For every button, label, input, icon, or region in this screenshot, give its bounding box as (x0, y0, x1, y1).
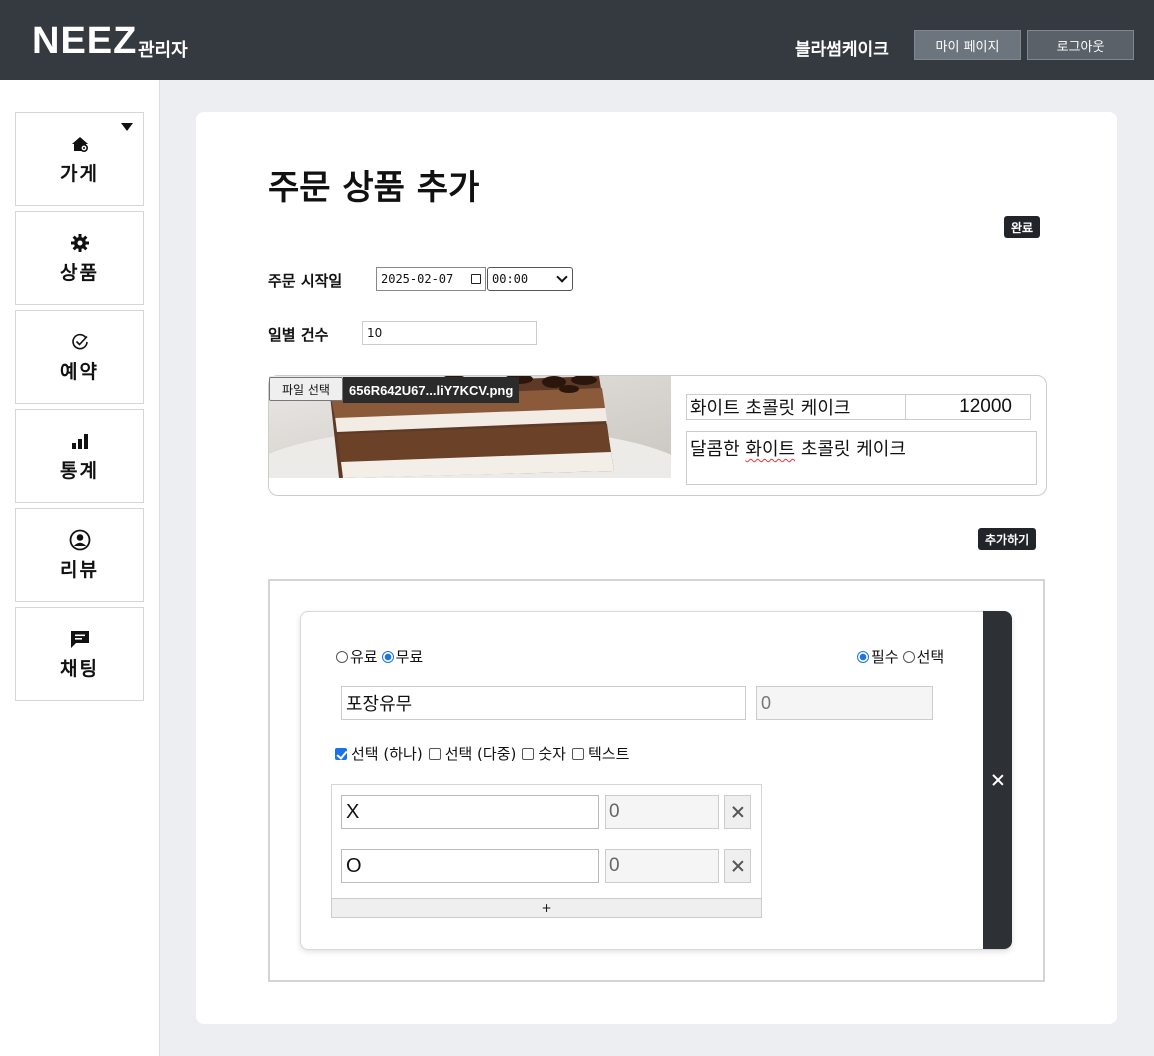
add-choice-button[interactable]: + (331, 898, 762, 918)
sidebar-item-label: 통계 (60, 459, 99, 482)
choice-delete-button[interactable] (724, 849, 751, 883)
sidebar-item-statistics[interactable]: 통계 (15, 409, 144, 503)
close-icon (991, 773, 1005, 787)
choice-price-input[interactable]: 0 (605, 849, 719, 883)
required-label: 필수 (871, 648, 899, 666)
calendar-icon[interactable] (471, 274, 481, 284)
sidebar-item-products[interactable]: 상품 (15, 211, 144, 305)
paid-label: 유료 (350, 648, 378, 666)
store-name: 블라썸케이크 (795, 40, 889, 60)
done-button[interactable]: 완료 (1004, 216, 1041, 238)
requirement-radio-group: 필수 선택 (857, 646, 946, 667)
sidebar-item-label: 채팅 (60, 657, 99, 680)
sidebar-item-label: 상품 (60, 261, 99, 284)
my-page-button[interactable]: 마이 페이지 (914, 30, 1021, 60)
sidebar-item-label: 가게 (60, 162, 99, 185)
product-name-input[interactable]: 화이트 초콜릿 케이크 (686, 394, 906, 420)
chat-icon (69, 628, 91, 650)
sidebar-item-chat[interactable]: 채팅 (15, 607, 144, 701)
choice-delete-button[interactable] (724, 795, 751, 829)
sidebar-item-label: 리뷰 (60, 558, 99, 581)
type-single-checkbox[interactable] (335, 747, 347, 760)
daily-count-label: 일별 건수 (268, 326, 329, 344)
option-type-checkboxes: 선택 (하나) 선택 (다중) 숫자 텍스트 (335, 743, 629, 764)
file-select-button[interactable]: 파일 선택 (269, 377, 343, 401)
type-number-label: 숫자 (538, 745, 566, 763)
description-text: 초콜릿 케이크 (795, 439, 906, 460)
daily-count-input[interactable]: 10 (362, 321, 537, 345)
sidebar-item-label: 예약 (60, 360, 99, 383)
type-text-checkbox[interactable] (571, 747, 584, 760)
free-radio[interactable] (381, 650, 394, 663)
optional-label: 선택 (916, 648, 945, 666)
add-option-button[interactable]: 추가하기 (978, 528, 1037, 550)
description-text: 달콤한 (690, 439, 746, 460)
bar-chart-icon (69, 430, 91, 452)
choice-price-input[interactable]: 0 (605, 795, 719, 829)
product-price-input[interactable]: 12000 (905, 394, 1031, 420)
paid-radio[interactable] (336, 650, 348, 663)
spellcheck-word: 화이트 (745, 439, 796, 460)
gear-icon (69, 232, 91, 254)
price-type-radio-group: 유료 무료 (336, 646, 425, 667)
file-name: 656R642U67...liY7KCV.png (343, 377, 520, 403)
sidebar-item-reviews[interactable]: 리뷰 (15, 508, 144, 602)
optional-radio[interactable] (902, 650, 915, 663)
logout-button[interactable]: 로그아웃 (1027, 30, 1134, 60)
chevron-down-icon (556, 271, 568, 283)
choice-name-input[interactable]: O (341, 849, 599, 883)
free-label: 무료 (395, 648, 424, 666)
required-radio[interactable] (857, 650, 869, 663)
type-single-label: 선택 (하나) (351, 745, 423, 763)
page-title: 주문 상품 추가 (268, 168, 480, 208)
chevron-down-icon[interactable] (121, 123, 133, 131)
start-time-value: 00:00 (492, 272, 529, 286)
type-text-label: 텍스트 (587, 745, 630, 763)
brand-subtitle: 관리자 (138, 40, 188, 61)
option-price-input[interactable]: 0 (756, 686, 933, 720)
start-time-select[interactable]: 00:00 (487, 267, 573, 291)
brand-logo[interactable]: NEEZ (32, 20, 137, 63)
sidebar-item-store[interactable]: 가게 (15, 112, 144, 206)
type-multi-checkbox[interactable] (428, 747, 441, 760)
sidebar-item-reservations[interactable]: 예약 (15, 310, 144, 404)
option-name-input[interactable]: 포장유무 (341, 686, 746, 720)
close-icon (731, 859, 745, 873)
close-icon (731, 805, 745, 819)
choice-name-input[interactable]: X (341, 795, 599, 829)
type-multi-label: 선택 (다중) (444, 745, 517, 763)
start-date-label: 주문 시작일 (268, 272, 343, 290)
option-remove-button[interactable] (983, 611, 1012, 949)
start-date-value: 2025-02-07 (381, 272, 454, 286)
store-settings-icon (69, 133, 91, 155)
check-circle-icon (69, 331, 91, 353)
product-description-input[interactable]: 달콤한 화이트 초콜릿 케이크 (686, 431, 1037, 485)
start-date-input[interactable]: 2025-02-07 (376, 267, 486, 291)
top-header: NEEZ 관리자 블라썸케이크 마이 페이지 로그아웃 (0, 0, 1154, 80)
type-number-checkbox[interactable] (522, 747, 535, 760)
user-circle-icon (69, 529, 91, 551)
